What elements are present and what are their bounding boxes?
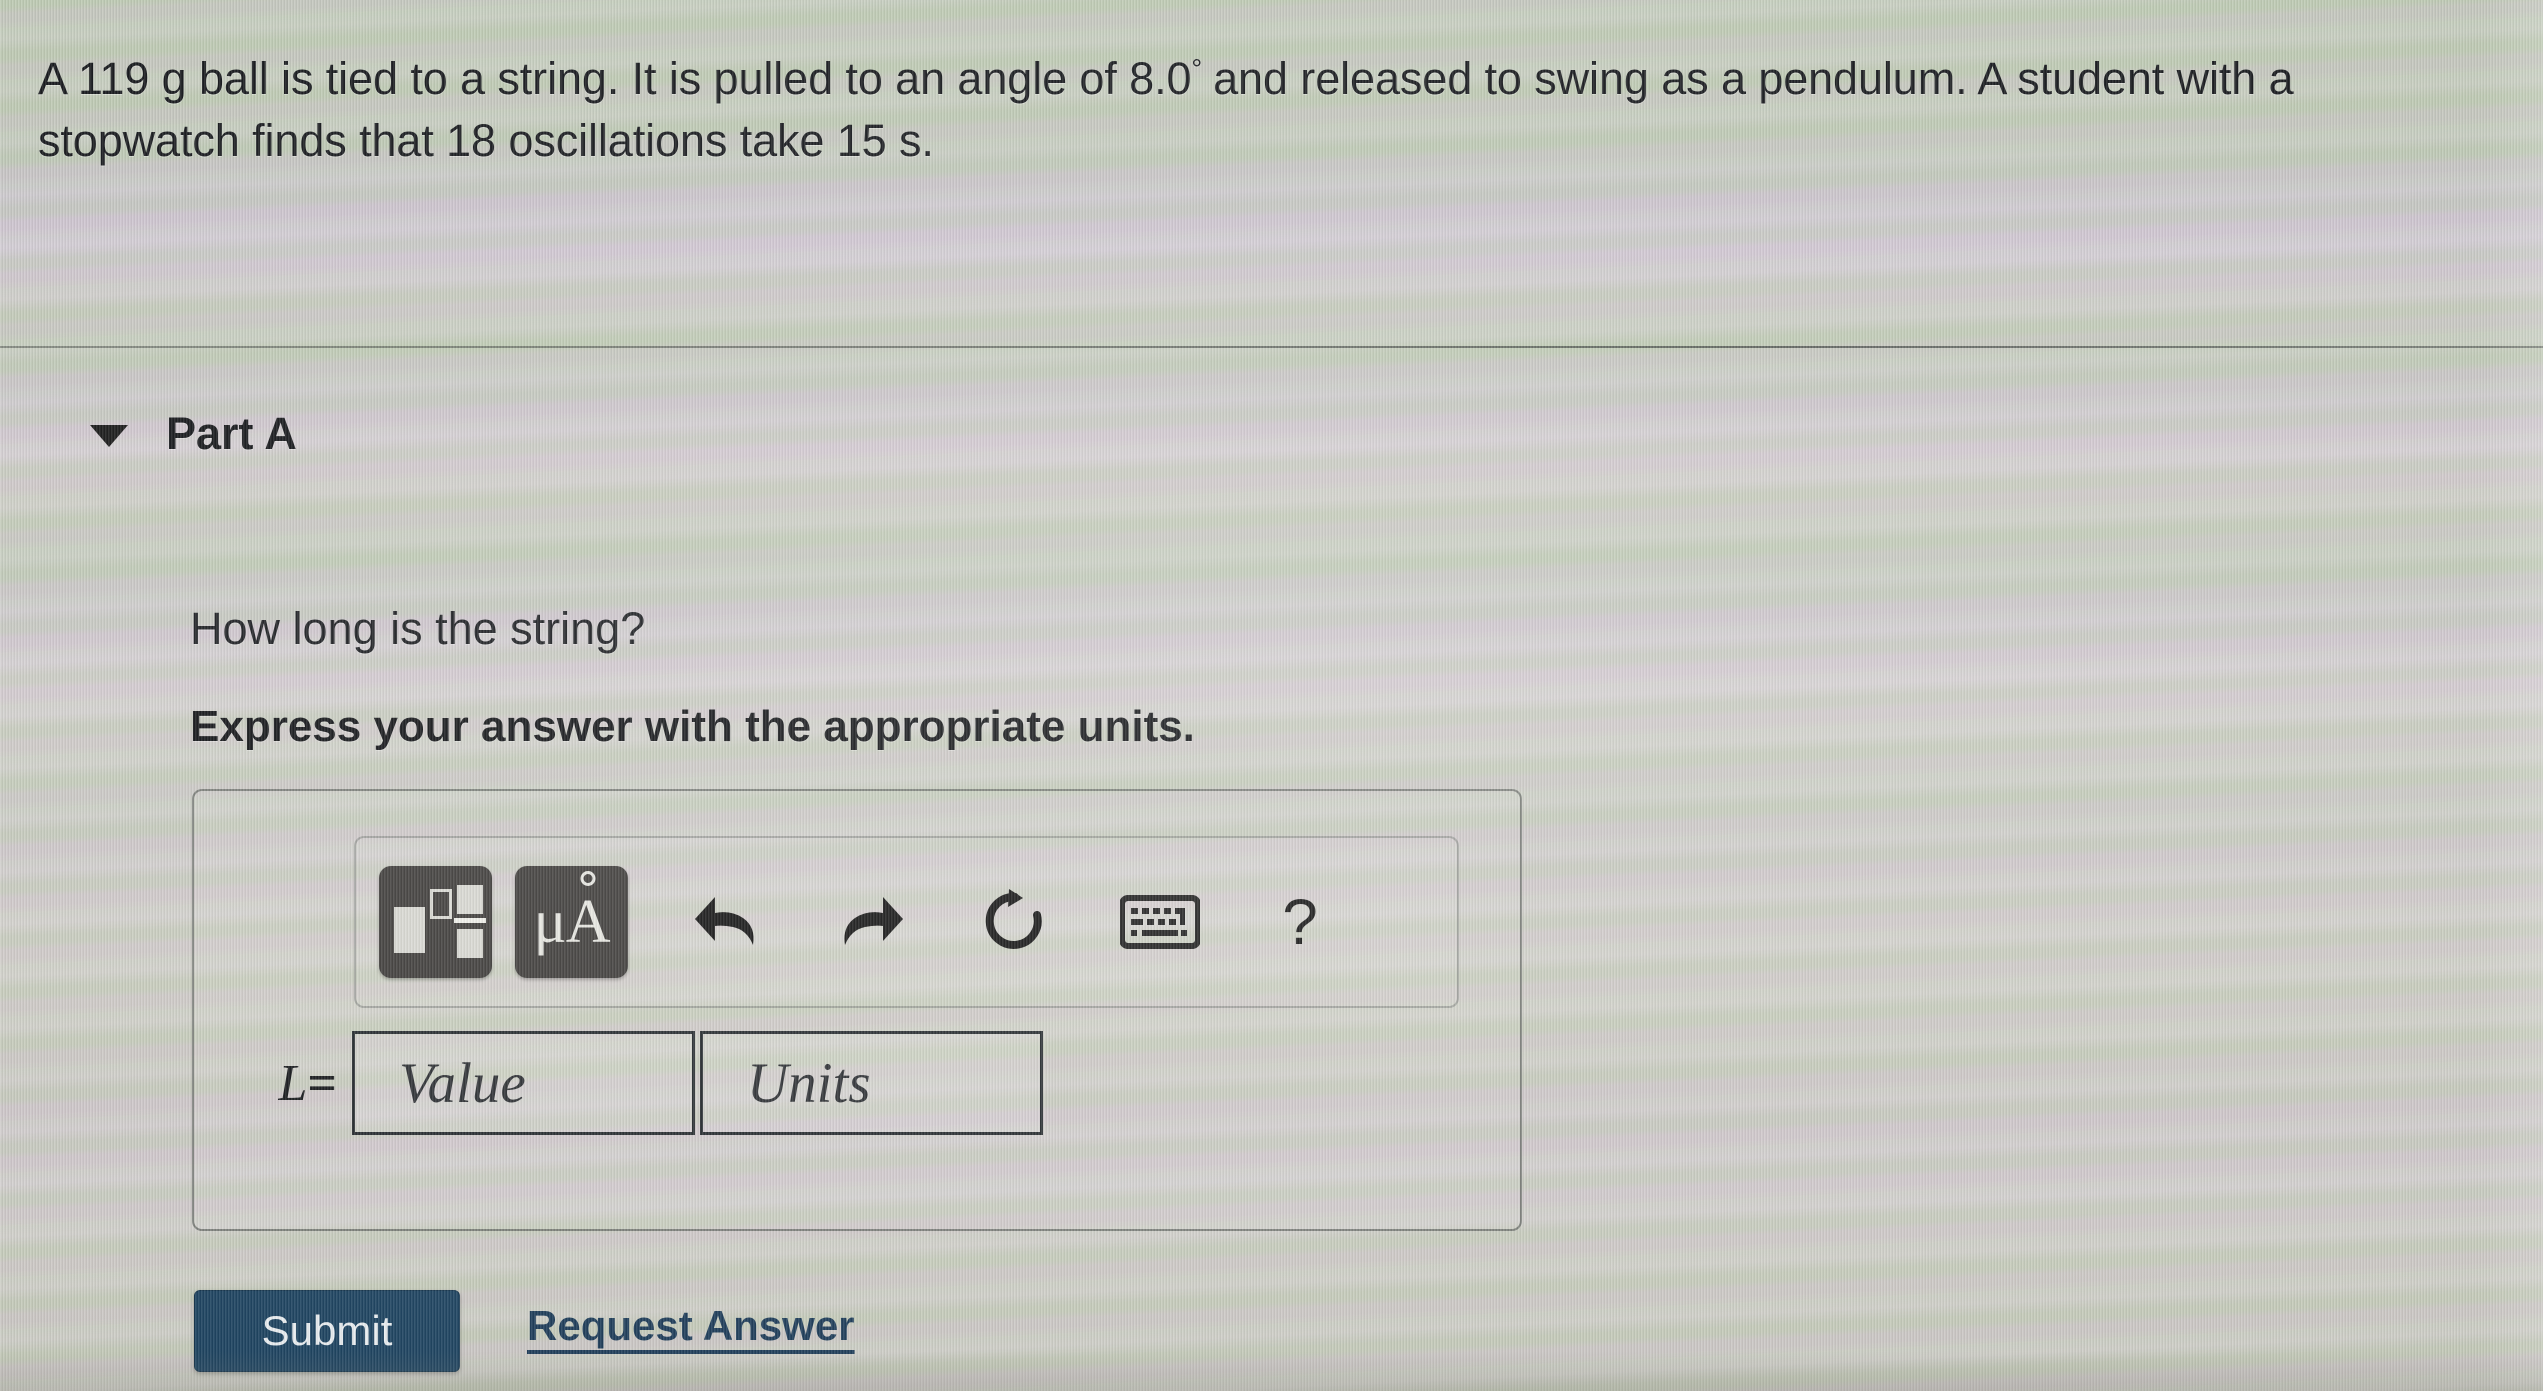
- part-a-header[interactable]: Part A: [90, 408, 297, 460]
- mu-glyph: μ: [533, 888, 566, 956]
- question-instruction: Express your answer with the appropriate…: [190, 702, 1195, 751]
- lhs-symbol: L: [278, 1054, 308, 1112]
- keyboard-icon: [1120, 895, 1200, 949]
- problem-line1-part2: and released to swing as a pendulum. A s…: [1213, 53, 2294, 104]
- answer-lhs-label: L=: [222, 1054, 352, 1113]
- value-placeholder: Value: [399, 1051, 526, 1115]
- section-divider: [0, 346, 2543, 348]
- chevron-down-icon[interactable]: [90, 425, 128, 447]
- template-fraction-bar: [453, 918, 486, 923]
- question-mark-icon: ?: [1282, 886, 1318, 958]
- template-base-box: [393, 907, 425, 953]
- redo-button[interactable]: [814, 866, 926, 978]
- redo-icon: [844, 897, 903, 945]
- problem-line2: stopwatch finds that 18 oscillations tak…: [38, 115, 934, 166]
- micro-angstrom-icon: μA: [533, 888, 611, 956]
- reset-icon: [985, 889, 1042, 949]
- units-placeholder: Units: [747, 1051, 871, 1115]
- keyboard-button[interactable]: [1104, 866, 1216, 978]
- template-numerator-box: [456, 885, 483, 914]
- undo-icon: [695, 897, 754, 945]
- template-superscript-box: [429, 889, 452, 919]
- math-template-icon: [393, 885, 486, 959]
- math-toolbar: μA ?: [354, 836, 1459, 1008]
- undo-button[interactable]: [672, 866, 784, 978]
- question-prompt: How long is the string?: [190, 603, 646, 654]
- value-input[interactable]: Value: [352, 1031, 695, 1135]
- angstrom-glyph: A: [565, 888, 611, 956]
- reset-button[interactable]: [958, 866, 1070, 978]
- part-title: Part A: [166, 408, 297, 459]
- units-button[interactable]: μA: [515, 866, 628, 978]
- answer-box: μA ? L= Value Units: [192, 789, 1522, 1231]
- request-answer-link[interactable]: Request Answer: [527, 1302, 855, 1350]
- units-input[interactable]: Units: [700, 1031, 1043, 1135]
- math-template-button[interactable]: [379, 866, 492, 978]
- lhs-equals: =: [307, 1054, 337, 1112]
- template-denominator-box: [456, 929, 483, 958]
- page-content: A 119 g ball is tied to a string. It is …: [0, 0, 2543, 1391]
- problem-line1-part1: A 119 g ball is tied to a string. It is …: [38, 53, 1192, 104]
- degree-symbol: °: [1191, 54, 1203, 84]
- submit-button[interactable]: Submit: [194, 1290, 460, 1372]
- help-button[interactable]: ?: [1244, 866, 1356, 978]
- problem-statement: A 119 g ball is tied to a string. It is …: [38, 48, 2518, 172]
- answer-input-row: L= Value Units: [222, 1031, 1043, 1135]
